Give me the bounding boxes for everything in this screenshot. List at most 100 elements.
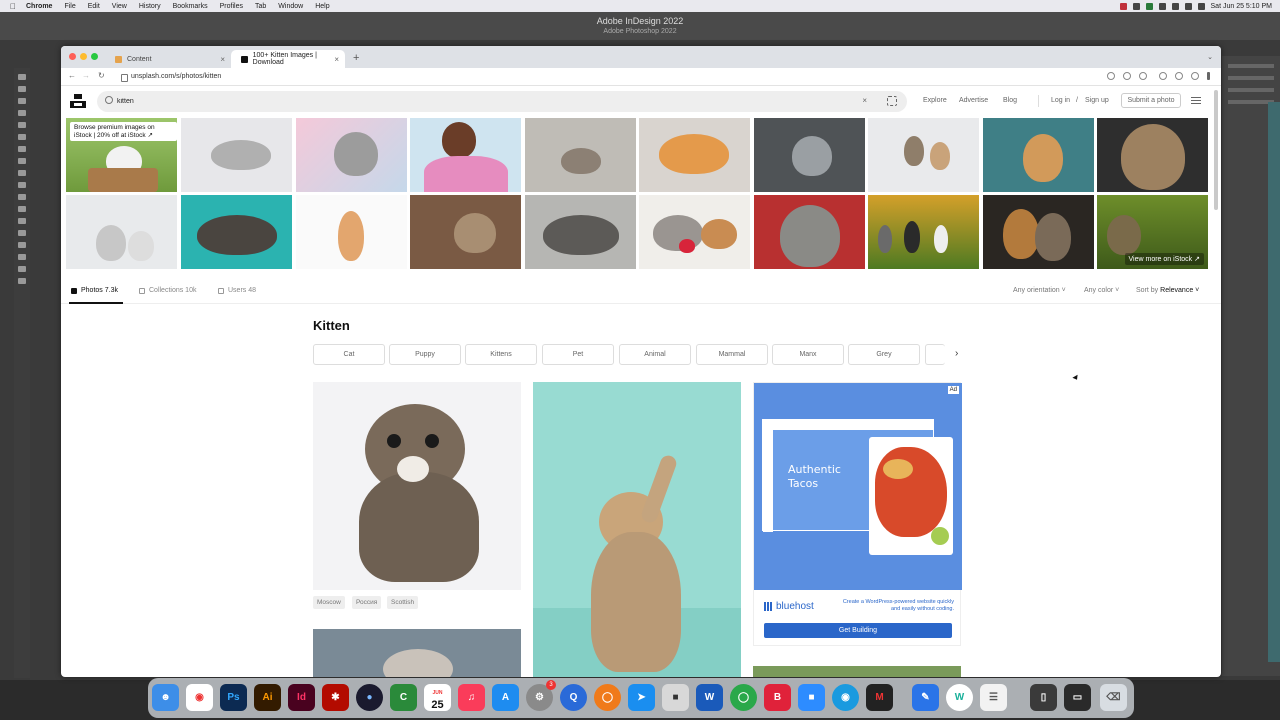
clear-search-icon[interactable]: × [862, 96, 867, 105]
rectangle-frame-tool-icon[interactable] [18, 170, 26, 176]
istock-thumb[interactable] [181, 195, 292, 269]
finder-icon[interactable]: ☻ [152, 684, 179, 711]
istock-thumb[interactable] [296, 195, 407, 269]
status-app-icon[interactable] [1158, 2, 1166, 10]
view-more-istock-link[interactable]: View more on iStock ↗ [1124, 253, 1204, 265]
istock-thumb[interactable] [868, 195, 979, 269]
fill-stroke-icon[interactable] [18, 278, 26, 284]
blender-icon[interactable]: ◯ [594, 684, 621, 711]
gap-tool-icon[interactable] [18, 110, 26, 116]
word-icon[interactable]: W [696, 684, 723, 711]
page-tool-icon[interactable] [18, 98, 26, 104]
photo-kitten-1[interactable] [313, 382, 521, 590]
chip-grey[interactable]: Grey [848, 344, 920, 365]
profile-avatar-icon[interactable] [1191, 72, 1199, 80]
menu-item-profiles[interactable]: Profiles [220, 3, 243, 10]
chip-mammal[interactable]: Mammal [696, 344, 768, 365]
illustrator-icon[interactable]: Ai [254, 684, 281, 711]
wifi-icon[interactable] [1171, 2, 1179, 10]
istock-thumb[interactable] [639, 195, 750, 269]
istock-thumb[interactable] [639, 118, 750, 192]
direct-selection-tool-icon[interactable] [18, 86, 26, 92]
close-tab-icon[interactable]: × [334, 55, 339, 64]
istock-thumb[interactable] [181, 118, 292, 192]
clock[interactable]: Sat Jun 25 5:10 PM [1211, 3, 1272, 10]
gradient-tool-icon[interactable] [18, 218, 26, 224]
ad-card[interactable]: Authentic Tacos Ad bluehost Create a Wor… [753, 382, 962, 646]
scissors-tool-icon[interactable] [18, 194, 26, 200]
new-tab-icon[interactable]: + [353, 52, 359, 64]
document-icon[interactable]: ▯ [1030, 684, 1057, 711]
photo-tag[interactable]: Moscow [313, 596, 345, 609]
visual-search-icon[interactable] [887, 96, 897, 106]
free-transform-tool-icon[interactable] [18, 206, 26, 212]
share-icon[interactable] [1123, 72, 1131, 80]
color-filter[interactable]: Any color ˅ [1084, 287, 1119, 294]
menu-item-bookmarks[interactable]: Bookmarks [173, 3, 208, 10]
menu-item-edit[interactable]: Edit [88, 3, 100, 10]
istock-thumb[interactable] [66, 195, 177, 269]
close-window-icon[interactable] [69, 53, 76, 60]
istock-thumb[interactable] [983, 118, 1094, 192]
back-icon[interactable]: ← [68, 71, 76, 80]
hamburger-menu-icon[interactable] [1191, 97, 1201, 104]
search-icon[interactable] [105, 96, 113, 104]
w-app-icon[interactable]: W [946, 684, 973, 711]
type-tool-icon[interactable] [18, 122, 26, 128]
menu-item-history[interactable]: History [139, 3, 161, 10]
spinner-app-icon[interactable]: ◯ [730, 684, 757, 711]
chrome-icon[interactable]: ◉ [186, 684, 213, 711]
photo-kitten-3[interactable] [313, 629, 521, 677]
tab-photos[interactable]: Photos 7.3k [71, 287, 118, 294]
search-icon[interactable] [1197, 2, 1205, 10]
nav-explore[interactable]: Explore [923, 97, 947, 104]
camtasia-icon[interactable]: C [390, 684, 417, 711]
pen-app-icon[interactable]: ✎ [912, 684, 939, 711]
indesign-icon[interactable]: Id [288, 684, 315, 711]
tab-content[interactable]: Content × [105, 50, 231, 68]
menu-item-tab[interactable]: Tab [255, 3, 266, 10]
safari-icon[interactable]: ➤ [628, 684, 655, 711]
nav-advertise[interactable]: Advertise [959, 97, 988, 104]
ad-image[interactable]: Authentic Tacos Ad [754, 383, 962, 590]
m-app-icon[interactable]: M [866, 684, 893, 711]
bookmark-star-icon[interactable] [1139, 72, 1147, 80]
menu-item-file[interactable]: File [64, 3, 75, 10]
photo-kitten-2[interactable] [533, 382, 741, 677]
chip-cat[interactable]: Cat [313, 344, 385, 365]
istock-thumb[interactable] [754, 195, 865, 269]
app-store-icon[interactable]: A [492, 684, 519, 711]
status-record-icon[interactable] [1119, 2, 1127, 10]
line-tool-icon[interactable] [18, 134, 26, 140]
istock-thumb[interactable] [410, 118, 521, 192]
battery-icon[interactable] [1184, 2, 1192, 10]
acrobat-icon[interactable]: ✱ [322, 684, 349, 711]
notes-icon[interactable]: ☰ [980, 684, 1007, 711]
sort-filter[interactable]: Sort by Relevance ˅ [1136, 287, 1199, 294]
istock-thumb[interactable] [296, 118, 407, 192]
photoshop-icon[interactable]: Ps [220, 684, 247, 711]
istock-thumb[interactable]: View more on iStock ↗ [1097, 195, 1208, 269]
login-link[interactable]: Log in [1051, 97, 1070, 104]
cinema4d-icon[interactable]: ● [356, 684, 383, 711]
calendar-icon[interactable]: JUN 25 [424, 684, 451, 711]
reload-icon[interactable]: ↻ [98, 71, 105, 80]
tab-collections[interactable]: Collections 10k [139, 287, 196, 294]
istock-thumb[interactable] [868, 118, 979, 192]
status-app-icon[interactable] [1145, 2, 1153, 10]
quicktime-icon[interactable]: Q [560, 684, 587, 711]
chip-pet[interactable]: Pet [542, 344, 614, 365]
maps-pin-icon[interactable]: ◉ [832, 684, 859, 711]
chip-animal[interactable]: Animal [619, 344, 691, 365]
bold-app-icon[interactable]: B [764, 684, 791, 711]
photo-tag[interactable]: Scottish [387, 596, 419, 609]
pen-tool-icon[interactable] [18, 146, 26, 152]
tab-unsplash-kitten[interactable]: 100+ Kitten Images | Download × [231, 50, 345, 68]
signup-link[interactable]: Sign up [1085, 97, 1109, 104]
istock-thumb[interactable]: Browse premium images on iStock | 20% of… [66, 118, 177, 192]
extension-icon[interactable] [1107, 72, 1115, 80]
istock-thumb[interactable] [525, 118, 636, 192]
menu-app-name[interactable]: Chrome [26, 3, 52, 10]
photo-next[interactable] [753, 666, 961, 677]
address-bar[interactable]: unsplash.com/s/photos/kitten [119, 71, 1159, 83]
